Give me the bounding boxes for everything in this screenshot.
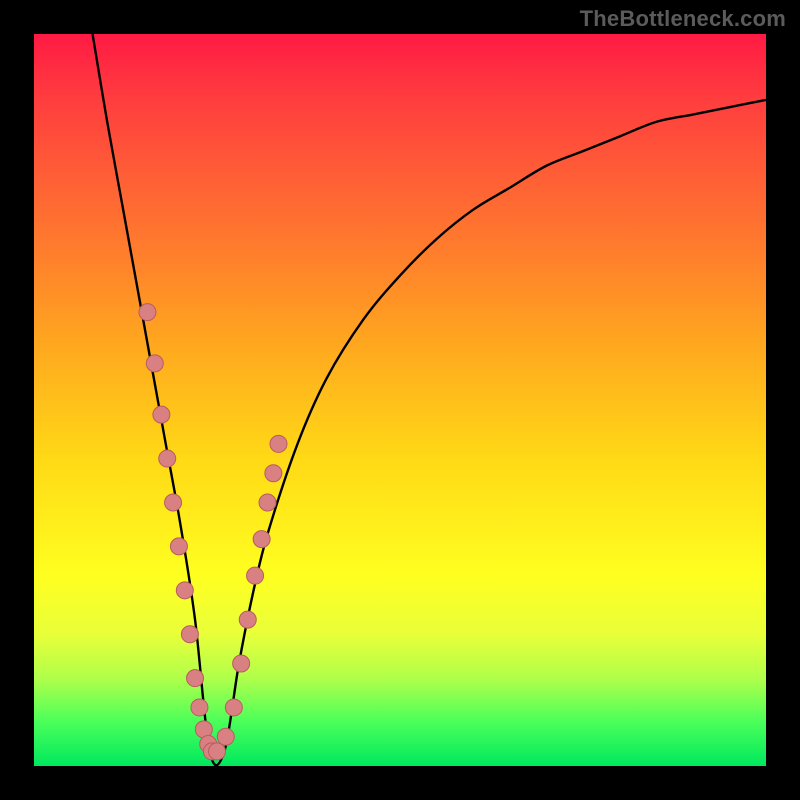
watermark-text: TheBottleneck.com xyxy=(580,6,786,32)
marker-dot xyxy=(176,582,193,599)
marker-dot xyxy=(217,728,234,745)
marker-dot xyxy=(259,494,276,511)
marker-dot xyxy=(191,699,208,716)
marker-dot xyxy=(209,743,226,760)
marker-series xyxy=(139,304,287,760)
marker-dot xyxy=(247,567,264,584)
marker-dot xyxy=(239,611,256,628)
curve-series xyxy=(93,34,766,765)
marker-dot xyxy=(153,406,170,423)
marker-dot xyxy=(181,626,198,643)
marker-dot xyxy=(159,450,176,467)
marker-dot xyxy=(225,699,242,716)
marker-dot xyxy=(146,355,163,372)
curve-line xyxy=(93,34,766,765)
marker-dot xyxy=(187,670,204,687)
chart-frame: TheBottleneck.com xyxy=(0,0,800,800)
marker-dot xyxy=(270,435,287,452)
marker-dot xyxy=(233,655,250,672)
marker-dot xyxy=(139,304,156,321)
marker-dot xyxy=(265,465,282,482)
plot-area xyxy=(34,34,766,766)
marker-dot xyxy=(170,538,187,555)
marker-dot xyxy=(165,494,182,511)
chart-svg xyxy=(34,34,766,766)
marker-dot xyxy=(253,531,270,548)
